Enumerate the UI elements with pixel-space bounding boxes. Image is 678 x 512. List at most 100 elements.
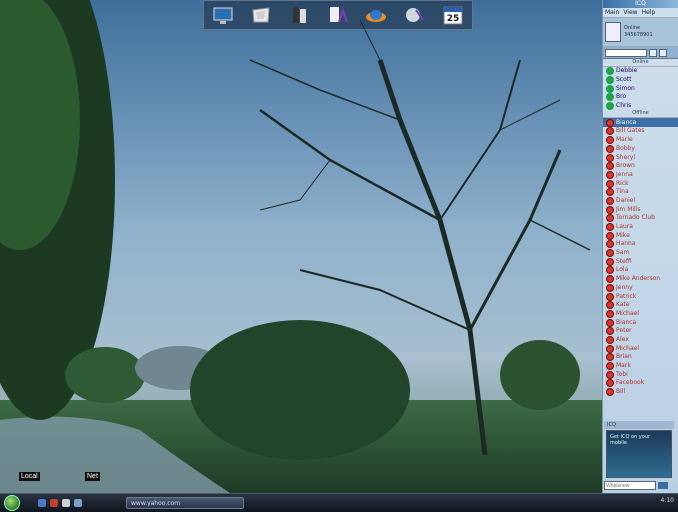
contact-item[interactable]: Jenna — [603, 170, 678, 180]
contact-item[interactable]: Bro — [603, 93, 678, 102]
mail-icon[interactable] — [250, 4, 272, 26]
contact-name: Bill — [616, 388, 626, 396]
contact-name: Marie — [616, 136, 633, 144]
messenger-panel: ICQ Main View Help Online 345678901 Onli… — [602, 0, 678, 493]
status-icon — [606, 205, 614, 214]
contact-name: Steffi — [616, 257, 632, 265]
start-button[interactable] — [4, 495, 20, 511]
ad-banner[interactable]: Get ICQ on your mobile — [606, 430, 672, 478]
status-icon — [606, 257, 614, 266]
contact-name: Bro — [616, 93, 627, 101]
taskbar-window-button[interactable]: www.yahoo.com — [126, 497, 244, 509]
contact-item[interactable]: Laura — [603, 223, 678, 232]
contact-name: Daniel — [616, 196, 636, 204]
contact-item[interactable]: Bianca — [603, 318, 678, 327]
contact-filter-input[interactable] — [605, 48, 647, 57]
contact-name: Chris — [616, 102, 632, 110]
quick-launch-media-icon[interactable] — [50, 499, 58, 507]
clock[interactable]: 4:10 — [661, 497, 674, 504]
contact-name: Michael — [616, 344, 639, 352]
contact-name: Alex — [616, 335, 629, 343]
contact-item[interactable]: Michael — [603, 309, 678, 319]
add-contact-icon[interactable] — [649, 48, 657, 57]
contact-name: Laura — [616, 223, 633, 231]
status-icon — [606, 309, 614, 318]
system-tray: 4:10 — [661, 497, 674, 504]
search-go-button[interactable] — [658, 482, 668, 489]
menu-main[interactable]: Main — [605, 8, 619, 17]
status-icon — [606, 127, 614, 136]
contact-item[interactable]: Tobi — [603, 370, 678, 379]
status-icon — [606, 379, 614, 388]
status-icon — [606, 240, 614, 249]
gears-icon[interactable] — [404, 4, 426, 26]
calendar-icon[interactable]: 25 — [442, 4, 464, 26]
desktop-wallpaper — [0, 0, 678, 511]
contact-item[interactable]: Rick — [603, 179, 678, 188]
monitor-icon[interactable] — [212, 4, 234, 26]
contact-item[interactable]: Jenny — [603, 283, 678, 293]
status-icon — [606, 370, 614, 379]
status-icon — [606, 188, 614, 197]
contact-item[interactable]: Tornado Club — [603, 214, 678, 223]
contact-name: Brown — [616, 162, 635, 170]
contact-item[interactable]: Bobby — [603, 144, 678, 154]
contact-item[interactable]: Brian — [603, 353, 678, 362]
contact-item[interactable]: Simon — [603, 84, 678, 93]
contact-name: Rick — [616, 179, 629, 187]
status-icon — [606, 275, 614, 284]
contact-item[interactable]: Michael — [603, 344, 678, 353]
contact-item[interactable]: Mike Anderson — [603, 275, 678, 284]
contact-item[interactable]: Hanna — [603, 240, 678, 249]
contact-item[interactable]: Brown — [603, 162, 678, 171]
contact-item[interactable]: Sam — [603, 249, 678, 258]
menu-view[interactable]: View — [623, 8, 637, 17]
contact-item[interactable]: Tina — [603, 188, 678, 197]
contact-item[interactable]: Lola — [603, 266, 678, 275]
contacts-toolbar — [603, 47, 678, 59]
profile-area[interactable]: Online 345678901 — [603, 18, 678, 47]
contact-item[interactable]: Peter — [603, 327, 678, 336]
menu-help[interactable]: Help — [642, 8, 656, 17]
avatar[interactable] — [605, 22, 621, 42]
contact-item[interactable]: Kate — [603, 301, 678, 310]
contact-item[interactable]: Mike — [603, 231, 678, 240]
contact-name: Mike — [616, 231, 630, 239]
group-offline-header[interactable]: Offline — [603, 110, 678, 119]
quick-launch-explorer-icon[interactable] — [74, 499, 82, 507]
status-icon — [606, 144, 614, 153]
options-icon[interactable] — [659, 48, 667, 57]
contact-item[interactable]: Chris — [603, 102, 678, 111]
quick-launch-desktop-icon[interactable] — [62, 499, 70, 507]
contact-name: Jenny — [616, 283, 633, 291]
desktop-label-net[interactable]: Net — [85, 472, 100, 481]
contact-item[interactable]: Facebook — [603, 379, 678, 388]
contact-item[interactable]: Steffi — [603, 257, 678, 266]
contact-item[interactable]: Debbie — [603, 67, 678, 76]
contact-item[interactable]: Alex — [603, 335, 678, 345]
contact-item[interactable]: Jim Mills — [603, 205, 678, 214]
status-icon — [606, 76, 614, 85]
font-icon[interactable] — [327, 4, 349, 26]
status-icon — [606, 196, 614, 205]
search-input[interactable] — [604, 481, 656, 490]
contact-item[interactable]: Patrick — [603, 292, 678, 301]
contact-name: Kate — [616, 301, 630, 309]
contact-item[interactable]: Sheryl — [603, 153, 678, 162]
ad-header: ICQ — [604, 421, 674, 429]
contact-item[interactable]: Bianca — [603, 118, 678, 128]
contact-name: Bill Gates — [616, 127, 645, 135]
contact-item[interactable]: Bill — [603, 388, 678, 397]
status-icon — [606, 231, 614, 240]
jet-icon[interactable] — [365, 4, 387, 26]
contact-item[interactable]: Marie — [603, 136, 678, 145]
book-icon[interactable] — [289, 4, 311, 26]
quick-launch-ie-icon[interactable] — [38, 499, 46, 507]
contact-name: Scott — [616, 76, 632, 84]
desktop-label-local[interactable]: Local — [19, 472, 40, 481]
group-online-header[interactable]: Online — [603, 59, 678, 67]
contact-item[interactable]: Bill Gates — [603, 127, 678, 136]
contact-item[interactable]: Scott — [603, 76, 678, 85]
contact-item[interactable]: Mark — [603, 362, 678, 371]
contact-item[interactable]: Daniel — [603, 196, 678, 206]
